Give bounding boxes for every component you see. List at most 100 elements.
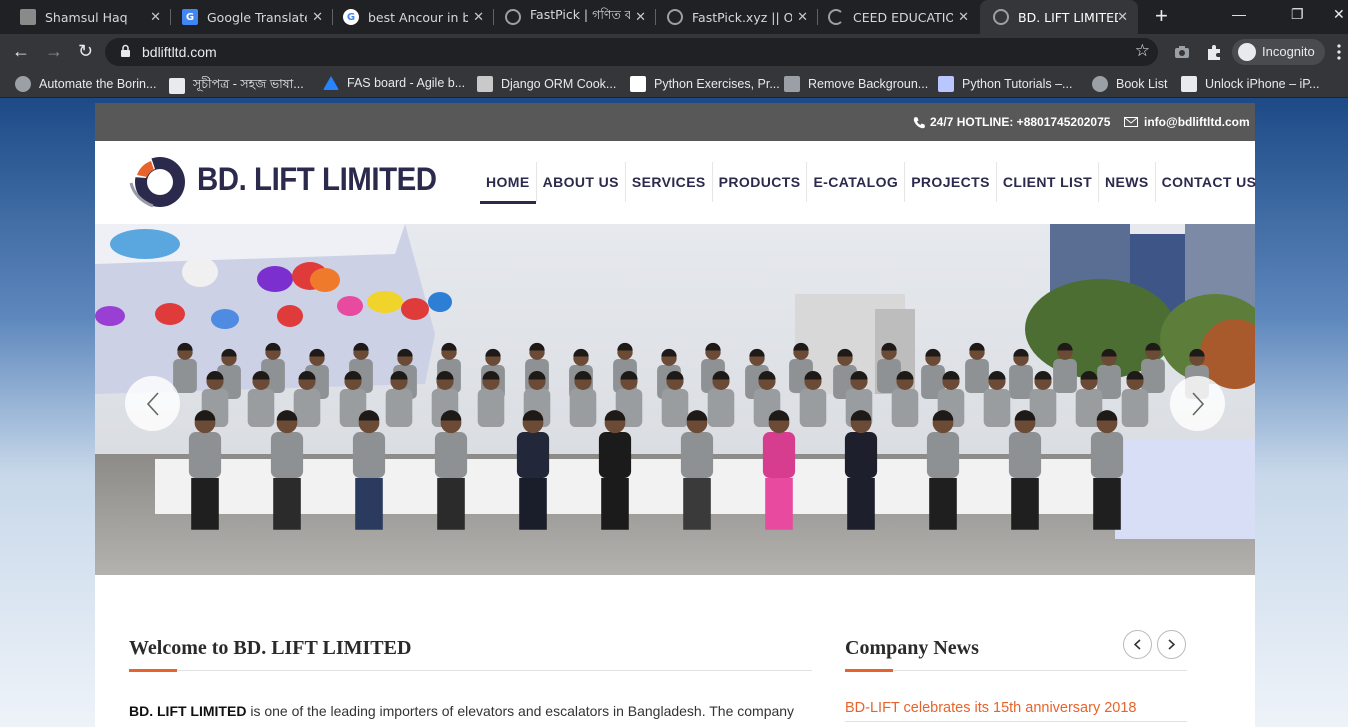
bookmark-item[interactable]: FAS board - Agile b... xyxy=(323,76,465,90)
news-item-link[interactable]: BD-LIFT celebrates its 15th anniversary … xyxy=(845,700,1137,716)
tab-5[interactable]: FastPick.xyz || Onli ✕ xyxy=(657,0,818,34)
nav-item-news[interactable]: NEWS xyxy=(1099,162,1156,202)
url-text[interactable]: bdliftltd.com xyxy=(142,44,217,60)
close-tab-icon[interactable]: ✕ xyxy=(473,10,484,25)
bookmark-item[interactable]: Django ORM Cook... xyxy=(477,76,616,92)
email-contact[interactable]: info@bdliftltd.com xyxy=(1124,115,1250,129)
tab-7[interactable]: BD. LIFT LIMITED ✕ xyxy=(980,0,1138,34)
hotline-text: 24/7 HOTLINE: +8801745202075 xyxy=(930,115,1111,129)
jira-icon xyxy=(323,76,339,90)
incognito-label: Incognito xyxy=(1262,44,1315,59)
bookmark-item[interactable]: Unlock iPhone – iP... xyxy=(1181,76,1319,92)
tab-title: best Ancour in bd xyxy=(368,9,468,25)
close-tab-icon[interactable]: ✕ xyxy=(635,10,646,25)
new-tab-button[interactable]: + xyxy=(1155,5,1168,27)
nav-item-projects[interactable]: PROJECTS xyxy=(905,162,997,202)
nav-item-products[interactable]: PRODUCTS xyxy=(713,162,808,202)
tab-title: FastPick | গণিত ক্যা xyxy=(530,7,630,22)
tab-title: Google Translate xyxy=(207,9,307,25)
chevron-left-icon xyxy=(146,391,159,416)
slider-prev-button[interactable] xyxy=(125,376,180,431)
email-text[interactable]: info@bdliftltd.com xyxy=(1144,115,1250,129)
phone-icon xyxy=(913,116,925,128)
intro-company-name: BD. LIFT LIMITED xyxy=(129,703,247,719)
browser-tab-strip: Shamsul Haq ✕ G Google Translate ✕ Gbest Anco… xyxy=(0,0,1348,34)
close-tab-icon[interactable]: ✕ xyxy=(312,10,323,25)
site-header: BD. LIFT LIMITED HOME ABOUT US SERVICES PRO… xyxy=(95,141,1256,224)
book-icon xyxy=(477,76,493,92)
back-icon[interactable]: ← xyxy=(12,41,30,62)
divider xyxy=(845,670,1187,671)
bookmark-label: Book List xyxy=(1116,77,1168,91)
close-tab-icon[interactable]: ✕ xyxy=(1117,10,1128,25)
bookmark-star-icon[interactable]: ☆ xyxy=(1135,41,1150,61)
nav-item-home[interactable]: HOME xyxy=(480,162,537,204)
bookmark-label: Django ORM Cook... xyxy=(501,77,617,91)
globe-icon xyxy=(15,76,31,92)
brand-name[interactable]: BD. LIFT LIMITED xyxy=(197,161,437,198)
tab-6[interactable]: CEED EDUCATION ✕ xyxy=(818,0,979,34)
incognito-icon xyxy=(1238,43,1256,61)
company-logo-icon[interactable] xyxy=(129,153,187,209)
restore-icon[interactable]: ❐ xyxy=(1291,6,1304,23)
close-tab-icon[interactable]: ✕ xyxy=(958,10,969,25)
incognito-profile-button[interactable]: Incognito xyxy=(1232,39,1325,65)
bookmark-item[interactable]: Automate the Borin... xyxy=(15,76,156,92)
reload-icon[interactable]: ↻ xyxy=(78,41,93,62)
news-next-button[interactable] xyxy=(1157,630,1186,659)
loading-spinner-icon xyxy=(828,9,844,25)
globe-favicon xyxy=(993,9,1009,25)
profile-favicon xyxy=(20,9,36,25)
tab-separator xyxy=(493,9,494,25)
nav-item-client-list[interactable]: CLIENT LIST xyxy=(997,162,1100,202)
intro-paragraph: BD. LIFT LIMITED is one of the leading i… xyxy=(129,703,794,719)
tab-separator xyxy=(170,9,171,25)
bookmark-label: FAS board - Agile b... xyxy=(347,76,466,90)
intro-text: is one of the leading importers of eleva… xyxy=(246,703,795,719)
nav-item-about-us[interactable]: ABOUT US xyxy=(537,162,626,202)
nav-item-contact-us[interactable]: CONTACT US xyxy=(1156,162,1263,202)
site-container: 24/7 HOTLINE: +8801745202075 info@bdlift… xyxy=(95,103,1256,727)
menu-kebab-icon[interactable] xyxy=(1337,44,1341,60)
bookmark-item[interactable]: Python Exercises, Pr... xyxy=(630,76,780,92)
hotline: 24/7 HOTLINE: +8801745202075 xyxy=(913,115,1110,129)
nav-item-services[interactable]: SERVICES xyxy=(626,162,713,202)
layers-icon xyxy=(784,76,800,92)
address-bar[interactable]: bdliftltd.com ☆ xyxy=(105,38,1158,66)
minimize-icon[interactable]: — xyxy=(1232,6,1246,22)
bookmark-item[interactable]: Remove Backgroun... xyxy=(784,76,928,92)
news-prev-button[interactable] xyxy=(1123,630,1152,659)
chevron-right-icon xyxy=(1168,639,1175,650)
close-tab-icon[interactable]: ✕ xyxy=(150,10,161,25)
tab-title: CEED EDUCATION xyxy=(853,9,953,25)
bookmark-item[interactable]: Python Tutorials –... xyxy=(938,76,1072,92)
tab-title: FastPick.xyz || Onli xyxy=(692,9,792,25)
forward-icon[interactable]: → xyxy=(45,41,63,62)
welcome-heading: Welcome to BD. LIFT LIMITED xyxy=(129,637,412,659)
lock-icon[interactable] xyxy=(120,44,131,58)
heading-accent-bar xyxy=(129,669,177,672)
tab-title: Shamsul Haq xyxy=(45,9,128,25)
divider xyxy=(129,670,812,671)
bookmark-label: Remove Backgroun... xyxy=(808,77,929,91)
extensions-puzzle-icon[interactable] xyxy=(1205,43,1223,61)
bookmark-item[interactable]: Book List xyxy=(1092,76,1167,92)
close-window-icon[interactable]: ✕ xyxy=(1333,6,1345,23)
tab-4[interactable]: FastPick | গণিত ক্যা ✕ xyxy=(495,0,656,34)
close-tab-icon[interactable]: ✕ xyxy=(797,10,808,25)
heading-accent-bar xyxy=(845,669,893,672)
tab-separator xyxy=(655,9,656,25)
bookmark-label: Python Tutorials –... xyxy=(962,77,1073,91)
camera-icon[interactable] xyxy=(1173,43,1191,61)
slider-next-button[interactable] xyxy=(1170,376,1225,431)
tab-3[interactable]: Gbest Ancour in bd ✕ xyxy=(333,0,494,34)
bookmark-item[interactable]: সূচীপত্র - সহজ ভাষা... xyxy=(169,76,304,96)
tab-2[interactable]: G Google Translate ✕ xyxy=(172,0,333,34)
tab-1[interactable]: Shamsul Haq ✕ xyxy=(10,0,171,34)
browser-toolbar: ← → ↻ bdliftltd.com ☆ Incognito xyxy=(0,34,1348,70)
top-contact-bar: 24/7 HOTLINE: +8801745202075 info@bdlift… xyxy=(95,103,1255,141)
phone-icon xyxy=(1181,76,1197,92)
google-favicon: G xyxy=(343,9,359,25)
bookmark-label: Unlock iPhone – iP... xyxy=(1205,77,1320,91)
nav-item-e-catalog[interactable]: E-CATALOG xyxy=(807,162,906,202)
